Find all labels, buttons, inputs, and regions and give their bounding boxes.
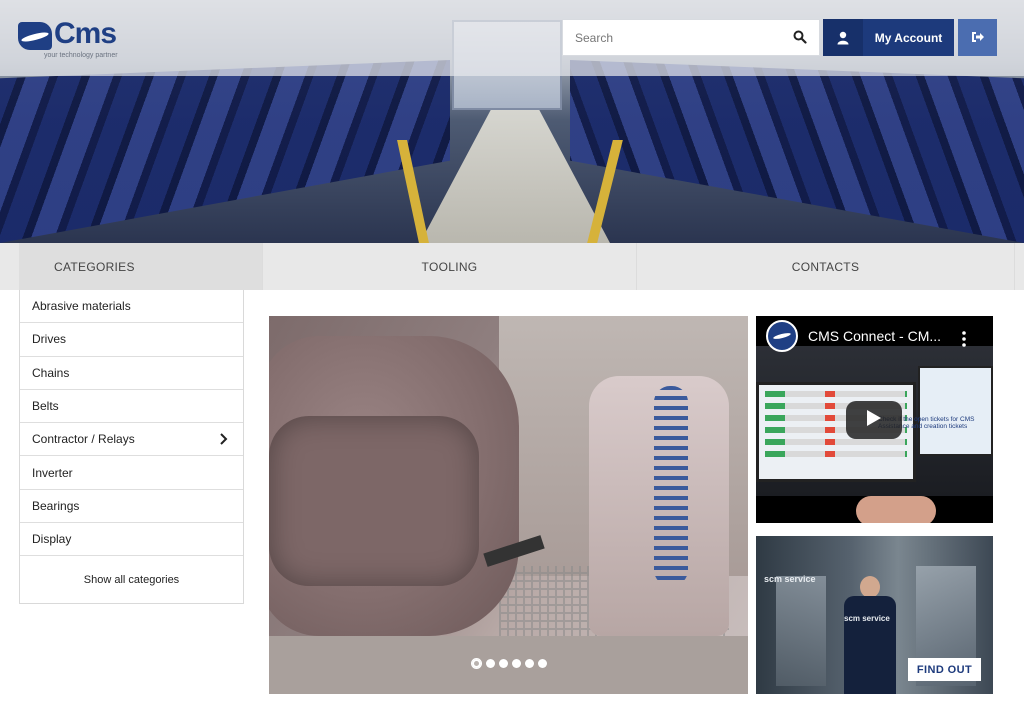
play-icon <box>866 409 882 432</box>
carousel-dot-6[interactable] <box>538 659 547 668</box>
carousel-indicators <box>471 658 547 669</box>
laptop-row <box>765 439 907 445</box>
category-drives[interactable]: Drives <box>20 323 243 357</box>
category-abrasive-materials[interactable]: Abrasive materials <box>20 290 243 324</box>
my-account-label: My Account <box>874 30 943 45</box>
search-input[interactable] <box>563 20 783 55</box>
laptop-row <box>765 391 907 397</box>
more-vertical-icon[interactable] <box>957 330 971 348</box>
category-belts[interactable]: Belts <box>20 390 243 424</box>
category-chains[interactable]: Chains <box>20 357 243 390</box>
slide-coil-hose <box>654 386 688 586</box>
category-contractor-relays[interactable]: Contractor / Relays <box>20 423 243 457</box>
scm-service-promo[interactable]: scm service scm service FIND OUT <box>756 536 993 694</box>
logout-icon <box>971 29 984 47</box>
carousel-dot-3[interactable] <box>499 659 508 668</box>
user-icon <box>823 19 863 56</box>
category-inverter[interactable]: Inverter <box>20 456 243 490</box>
tab-categories[interactable]: CATEGORIES <box>19 243 263 290</box>
tab-tooling[interactable]: TOOLING <box>263 243 637 290</box>
search-icon[interactable] <box>793 30 809 46</box>
promo-brand: scm service <box>764 574 816 584</box>
category-label: Chains <box>32 365 70 380</box>
category-label: Belts <box>32 399 59 414</box>
carousel-dot-5[interactable] <box>525 659 534 668</box>
channel-logo-icon[interactable] <box>766 320 798 352</box>
logo-tagline: your technology partner <box>44 52 118 59</box>
my-account-button[interactable]: My Account <box>823 19 954 56</box>
category-display[interactable]: Display <box>20 523 243 557</box>
carousel-dot-2[interactable] <box>486 659 495 668</box>
show-all-categories-link[interactable]: Show all categories <box>20 556 243 603</box>
logo-mark-icon <box>18 22 52 50</box>
category-label: Abrasive materials <box>32 299 131 314</box>
video-hand <box>856 496 936 523</box>
top-bar: Cms your technology partner My Account <box>0 0 1024 76</box>
video-title[interactable]: CMS Connect - CM... <box>808 328 941 344</box>
slide-workpiece-cavity <box>269 416 479 586</box>
cms-logo[interactable]: Cms your technology partner <box>18 17 130 62</box>
categories-sidebar: Abrasive materials Drives Chains Belts C… <box>19 290 244 604</box>
logo-text: Cms <box>54 17 117 50</box>
promo-person <box>838 576 902 694</box>
category-label: Inverter <box>32 465 73 480</box>
person-body <box>844 596 896 694</box>
find-out-button[interactable]: FIND OUT <box>908 658 981 681</box>
tab-contacts[interactable]: CONTACTS <box>637 243 1015 290</box>
laptop-row <box>765 451 907 457</box>
video-monitor <box>918 366 993 456</box>
main-nav: CATEGORIES TOOLING CONTACTS <box>0 243 1024 290</box>
hero-carousel[interactable] <box>269 316 748 694</box>
warehouse-shelves-right <box>570 60 1024 243</box>
promo-brand-shirt: scm service <box>844 614 890 623</box>
category-label: Contractor / Relays <box>32 432 135 447</box>
slide-workpiece <box>269 336 519 636</box>
chevron-right-icon <box>219 433 231 445</box>
video-embed[interactable]: Check if the open tickets for CMS Assist… <box>756 316 993 523</box>
warehouse-shelves-left <box>0 60 450 243</box>
promo-machine <box>776 576 826 686</box>
search-box <box>562 19 820 56</box>
carousel-dot-4[interactable] <box>512 659 521 668</box>
logout-button[interactable] <box>958 19 997 56</box>
carousel-dot-1[interactable] <box>471 658 482 669</box>
person-head <box>860 576 880 598</box>
play-button[interactable] <box>846 401 902 439</box>
category-bearings[interactable]: Bearings <box>20 490 243 524</box>
category-label: Drives <box>32 332 67 347</box>
category-label: Bearings <box>32 498 80 513</box>
category-label: Display <box>32 532 72 547</box>
